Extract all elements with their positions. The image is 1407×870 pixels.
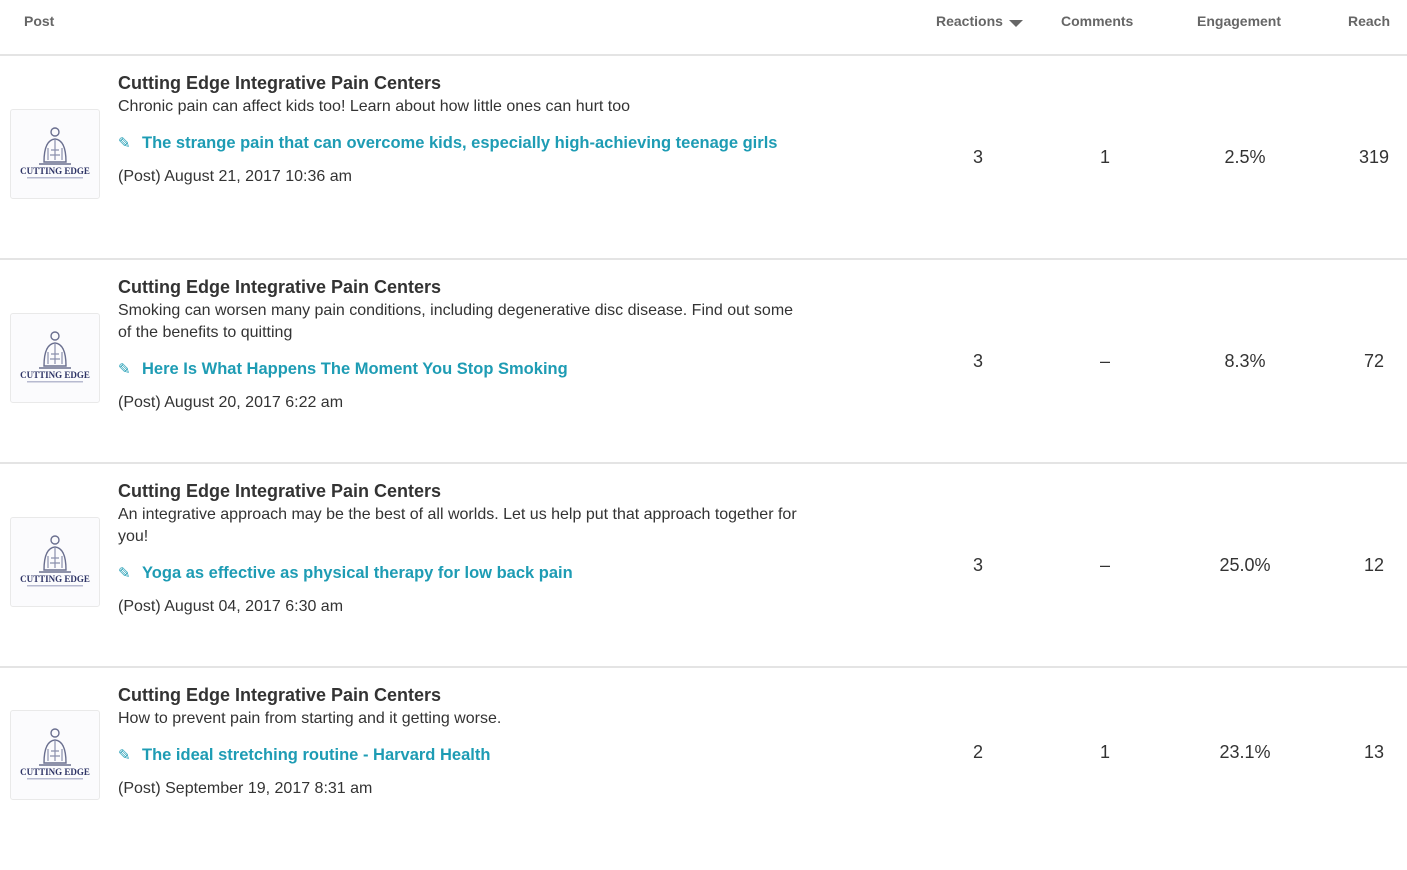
cutting-edge-logo-icon: CUTTING EDGE [20, 728, 90, 780]
page-name[interactable]: Cutting Edge Integrative Pain Centers [118, 684, 808, 706]
link-icon: ✎ [118, 135, 131, 152]
post-content: Cutting Edge Integrative Pain Centers Ch… [118, 72, 808, 188]
comments-value: 1 [1099, 742, 1110, 762]
post-message: Chronic pain can affect kids too! Learn … [118, 98, 631, 115]
reactions-value: 2 [972, 742, 983, 762]
svg-text:CUTTING EDGE: CUTTING EDGE [20, 370, 90, 380]
reach-value: 13 [1363, 742, 1385, 762]
post-content: Cutting Edge Integrative Pain Centers Sm… [118, 276, 808, 414]
table-row: CUTTING EDGE Cutting Edge Integrative Pa… [0, 668, 1407, 870]
reactions-value: 3 [972, 351, 983, 371]
page-avatar[interactable]: CUTTING EDGE [10, 109, 100, 199]
reach-value: 319 [1358, 147, 1390, 167]
post-link[interactable]: ✎ The strange pain that can overcome kids… [118, 131, 808, 156]
svg-text:CUTTING EDGE: CUTTING EDGE [20, 166, 90, 176]
table-header: Post Reactions Comments Engagement Reach [0, 0, 1407, 56]
comments-value: – [1099, 555, 1110, 575]
comments-value: 1 [1099, 147, 1110, 167]
post-date: (Post) August 20, 2017 6:22 am [118, 394, 344, 411]
page-avatar[interactable]: CUTTING EDGE [10, 517, 100, 607]
post-date: (Post) August 04, 2017 6:30 am [118, 598, 344, 615]
reactions-value: 3 [972, 555, 983, 575]
column-header-reactions-label: Reactions [936, 13, 1003, 29]
page-name[interactable]: Cutting Edge Integrative Pain Centers [118, 276, 808, 298]
posts-table: Post Reactions Comments Engagement Reach… [0, 0, 1407, 870]
cutting-edge-logo-icon: CUTTING EDGE [20, 331, 90, 383]
post-link[interactable]: ✎ Yoga as effective as physical therapy f… [118, 561, 808, 586]
post-link-text: Here Is What Happens The Moment You Stop… [142, 360, 568, 378]
link-icon: ✎ [118, 361, 131, 378]
post-link-text: The ideal stretching routine - Harvard H… [142, 746, 491, 764]
cutting-edge-logo-icon: CUTTING EDGE [20, 535, 90, 587]
post-link-text: The strange pain that can overcome kids,… [142, 134, 778, 152]
svg-text:CUTTING EDGE: CUTTING EDGE [20, 574, 90, 584]
engagement-value: 2.5% [1224, 147, 1266, 167]
page-name[interactable]: Cutting Edge Integrative Pain Centers [118, 480, 808, 502]
page-name[interactable]: Cutting Edge Integrative Pain Centers [118, 72, 808, 94]
post-content: Cutting Edge Integrative Pain Centers An… [118, 480, 808, 618]
table-row: CUTTING EDGE Cutting Edge Integrative Pa… [0, 464, 1407, 668]
comments-value: – [1099, 351, 1110, 371]
cutting-edge-logo-icon: CUTTING EDGE [20, 127, 90, 179]
link-icon: ✎ [118, 565, 131, 582]
post-content: Cutting Edge Integrative Pain Centers Ho… [118, 684, 808, 800]
table-row: CUTTING EDGE Cutting Edge Integrative Pa… [0, 260, 1407, 464]
post-link-text: Yoga as effective as physical therapy fo… [142, 564, 573, 582]
post-link[interactable]: ✎ The ideal stretching routine - Harvard … [118, 743, 808, 768]
table-row: CUTTING EDGE Cutting Edge Integrative Pa… [0, 56, 1407, 260]
column-header-comments[interactable]: Comments [1061, 13, 1133, 29]
reactions-value: 3 [972, 147, 983, 167]
engagement-value: 23.1% [1219, 742, 1271, 762]
reach-value: 12 [1363, 555, 1385, 575]
reach-value: 72 [1363, 351, 1385, 371]
post-date: (Post) September 19, 2017 8:31 am [118, 780, 373, 797]
column-header-post[interactable]: Post [24, 13, 54, 29]
link-icon: ✎ [118, 747, 131, 764]
svg-text:CUTTING EDGE: CUTTING EDGE [20, 767, 90, 777]
post-date: (Post) August 21, 2017 10:36 am [118, 168, 352, 185]
column-header-reactions[interactable]: Reactions [936, 13, 1023, 29]
sort-descending-icon [1008, 19, 1023, 27]
engagement-value: 25.0% [1219, 555, 1271, 575]
column-header-reach[interactable]: Reach [1348, 13, 1390, 29]
column-header-engagement[interactable]: Engagement [1197, 13, 1281, 29]
post-message: Smoking can worsen many pain conditions,… [118, 302, 794, 341]
page-avatar[interactable]: CUTTING EDGE [10, 710, 100, 800]
post-message: How to prevent pain from starting and it… [118, 710, 502, 727]
engagement-value: 8.3% [1224, 351, 1266, 371]
post-link[interactable]: ✎ Here Is What Happens The Moment You Sto… [118, 357, 808, 382]
post-message: An integrative approach may be the best … [118, 506, 797, 545]
page-avatar[interactable]: CUTTING EDGE [10, 313, 100, 403]
